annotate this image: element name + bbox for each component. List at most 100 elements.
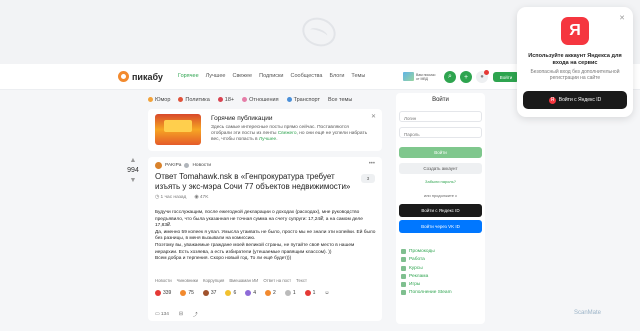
car-icon: [286, 97, 292, 102]
yandex-id-label: Войти с Яндекс ID: [558, 97, 602, 103]
nav-fresh[interactable]: Свежее: [232, 73, 252, 79]
hot-posts-banner: Горячие публикации Здесь самые интересны…: [148, 109, 382, 151]
close-icon[interactable]: ✕: [371, 113, 376, 120]
post-tag[interactable]: Вмешаман ИИ: [229, 278, 258, 283]
reaction[interactable]: 37: [202, 290, 216, 296]
sidebar-item-jobs[interactable]: Работа: [401, 257, 452, 263]
add-reaction-button[interactable]: ☺: [324, 290, 329, 296]
author-name[interactable]: PAKIPa: [165, 163, 181, 168]
comments-button[interactable]: ▭ 134: [155, 312, 169, 317]
popup-subtitle: Безопасный вход без дополнительной регис…: [530, 69, 620, 81]
nav-communities[interactable]: Сообщества: [291, 73, 323, 79]
best-link[interactable]: Лучшее: [259, 137, 276, 142]
tag-label: Транспорт: [293, 96, 321, 103]
reaction[interactable]: 75: [180, 290, 194, 296]
upvote-icon[interactable]: ▲: [130, 157, 137, 164]
reaction-count: 4: [253, 290, 257, 296]
login-submit-button[interactable]: Войти: [399, 147, 482, 158]
reaction[interactable]: 4: [245, 290, 256, 296]
reply-count-badge[interactable]: 3: [361, 174, 375, 183]
tag-transport[interactable]: Транспорт: [286, 96, 321, 103]
forgot-password-link[interactable]: Забыли пароль?: [396, 179, 485, 184]
tag-all-topics[interactable]: Все темы: [328, 97, 352, 103]
header-login-button[interactable]: Войти: [493, 72, 519, 82]
post-tag[interactable]: Чиновники: [177, 278, 198, 283]
post-tag[interactable]: Ответ на пост: [263, 278, 291, 283]
tag-humor[interactable]: Юмор: [148, 97, 170, 103]
downvote-icon[interactable]: ▼: [130, 177, 137, 184]
notification-dot: [484, 70, 489, 75]
sidebar-item-label: Промокоды: [409, 249, 435, 254]
nav-best[interactable]: Лучшее: [206, 73, 226, 79]
smiley-icon: ☺: [324, 290, 330, 296]
community-icon: [184, 163, 190, 168]
promo-text: Вам письмо от МВД: [416, 72, 436, 81]
close-icon[interactable]: ✕: [619, 14, 625, 22]
add-post-button[interactable]: +: [460, 71, 472, 83]
watermark: ScanMate: [574, 310, 602, 316]
auth-sidebar: Войти Войти Создать аккаунт Забыли парол…: [396, 93, 485, 324]
humor-icon: [148, 97, 153, 102]
tag-label: 18+: [224, 96, 235, 103]
password-field[interactable]: [399, 127, 482, 138]
sidebar-item-ads[interactable]: Реклама: [401, 273, 452, 279]
sidebar-item-promo[interactable]: Промокоды: [401, 249, 452, 254]
post-tag[interactable]: Текст: [296, 278, 307, 283]
vk-login-button[interactable]: Войти через VK ID: [399, 220, 482, 233]
reaction-emoji-icon: [265, 290, 272, 296]
notifications-button[interactable]: ●: [476, 70, 489, 83]
reaction[interactable]: 1: [304, 290, 315, 296]
tag-label: Политика: [185, 96, 210, 103]
post-views: ◉ 47K: [194, 195, 209, 200]
post-tag[interactable]: Коррупция: [203, 278, 224, 283]
reaction[interactable]: 1: [284, 290, 296, 296]
reaction-emoji-icon: [180, 290, 187, 296]
vote-widget: ▲ 994 ▼: [124, 157, 142, 222]
nav-blogs[interactable]: Блоги: [329, 73, 344, 79]
promo-icon: [401, 249, 406, 254]
search-button[interactable]: ⌕: [444, 71, 456, 83]
logo-text: пикабу: [132, 71, 163, 82]
yandex-id-button[interactable]: Я Войти с Яндекс ID: [523, 91, 627, 109]
register-button[interactable]: Создать аккаунт: [399, 163, 482, 174]
nav-subscriptions[interactable]: Подписки: [259, 73, 283, 79]
sidebar-item-games[interactable]: Игры: [401, 282, 452, 288]
yandex-login-button[interactable]: Войти с Яндекс ID: [399, 204, 482, 217]
tag-label: Юмор: [155, 96, 171, 103]
nav-hot[interactable]: Горячее: [178, 73, 199, 79]
fresh-link[interactable]: Свежего: [278, 131, 297, 136]
post-section[interactable]: Новости: [192, 163, 211, 168]
hot-title: Горячие публикации: [211, 115, 273, 122]
yandex-icon: Я: [548, 96, 556, 104]
hot-text-3: .: [276, 137, 278, 142]
tag-18plus[interactable]: 18+: [217, 96, 235, 103]
avatar[interactable]: [155, 162, 162, 169]
bookmark-icon[interactable]: ⊟: [179, 312, 183, 317]
sidebar-item-label: Курсы: [409, 265, 423, 271]
site-logo[interactable]: пикабу: [118, 71, 163, 82]
reaction-emoji-icon: [155, 290, 161, 296]
main-nav: Горячее Лучшее Свежее Подписки Сообществ…: [178, 73, 365, 79]
more-options-icon[interactable]: •••: [369, 161, 375, 167]
reaction[interactable]: 6: [225, 290, 236, 296]
header-promo[interactable]: Вам письмо от МВД: [403, 72, 438, 81]
sidebar-item-steam[interactable]: Пополнение Steam: [401, 290, 452, 296]
sidebar-item-courses[interactable]: Курсы: [401, 265, 452, 271]
nav-topics[interactable]: Темы: [351, 73, 365, 79]
post-tag[interactable]: Новости: [155, 278, 172, 283]
badge-count: 3: [366, 176, 370, 181]
tag-label: Все темы: [328, 96, 353, 103]
tag-politics[interactable]: Политика: [178, 96, 210, 103]
tag-relations[interactable]: Отношения: [242, 97, 279, 103]
share-icon[interactable]: ⤴: [193, 311, 198, 318]
post-meta: ◷ 1 час назад ◉ 47K: [155, 195, 208, 200]
reaction[interactable]: 2: [265, 290, 276, 296]
reaction[interactable]: 339: [155, 290, 171, 296]
post-title[interactable]: Ответ Tomahawk.nsk в «Генпрокуратура тре…: [155, 172, 351, 191]
plus-icon: +: [463, 73, 469, 81]
time-value: 1 час назад: [160, 195, 187, 200]
login-field[interactable]: [399, 111, 482, 122]
hot-description: Здесь самые интересные посты прямо сейча…: [211, 125, 371, 143]
or-label: или продолжите с: [423, 193, 458, 198]
bell-icon: ●: [480, 74, 484, 80]
